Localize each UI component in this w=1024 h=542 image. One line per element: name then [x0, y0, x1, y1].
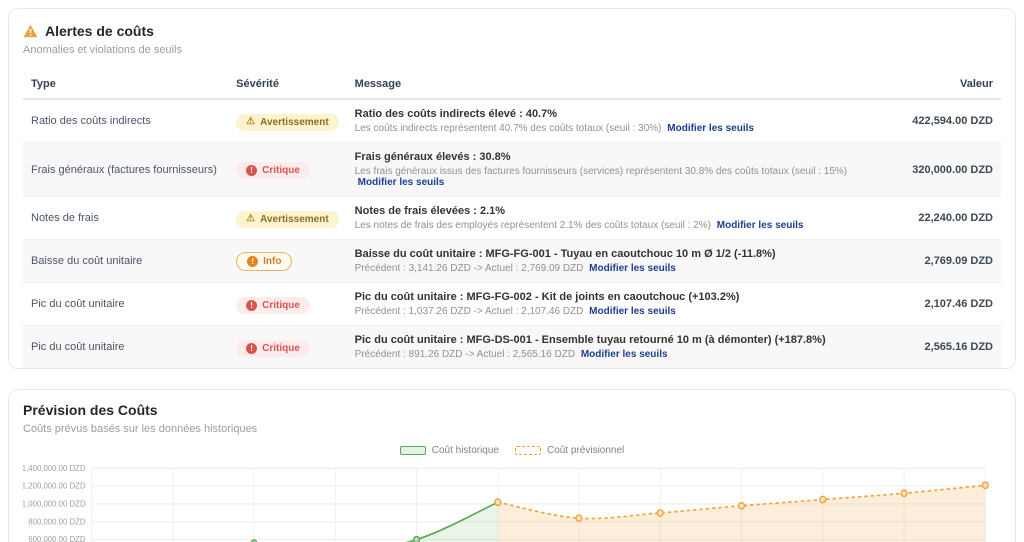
forecast-swatch-icon — [515, 446, 541, 455]
alert-value: 320,000.00 DZD — [864, 142, 1001, 197]
historical-swatch-icon — [399, 446, 426, 455]
column-header-value: Valeur — [864, 70, 1001, 100]
alert-type: Frais généraux (factures fournisseurs) — [23, 142, 229, 197]
severity-badge: ⚠ Avertissement — [236, 210, 339, 228]
severity-label: Info — [263, 256, 282, 267]
severity-label: Avertissement — [260, 213, 329, 225]
alert-type: Ratio des coûts indirects — [23, 99, 229, 143]
severity-badge: ! Critique — [236, 339, 310, 357]
alert-value: 2,769.09 DZD — [864, 239, 1001, 283]
severity-badge: ! Critique — [236, 162, 310, 179]
alert-value: 2,107.46 DZD — [864, 282, 1001, 326]
alerts-table: Type Sévérité Message Valeur Ratio des c… — [23, 70, 1001, 368]
cost-alerts-card: Alertes de coûts Anomalies et violations… — [8, 8, 1016, 369]
info-circle-icon: ! — [247, 256, 259, 267]
modify-thresholds-link[interactable]: Modifier les seuils — [589, 263, 676, 274]
alert-detail-text: Les frais généraux issus des factures fo… — [354, 166, 848, 177]
svg-text:1,400,000.00 DZD: 1,400,000.00 DZD — [23, 464, 86, 473]
legend-item-historical: Coût historique — [399, 445, 499, 456]
column-header-message: Message — [346, 70, 865, 100]
alert-message-title: Pic du coût unitaire : MFG-FG-002 - Kit … — [354, 291, 740, 303]
cost-forecast-card: Prévision des Coûts Coûts prévus basés s… — [8, 389, 1016, 542]
table-row: Ratio des coûts indirects ⚠ Avertissemen… — [23, 99, 1001, 143]
alert-circle-icon: ! — [246, 165, 258, 176]
severity-badge: ! Critique — [236, 296, 310, 314]
alert-detail-text: Précédent : 3,141.26 DZD -> Actuel : 2,7… — [354, 263, 587, 274]
alerts-subtitle: Anomalies et violations de seuils — [23, 44, 182, 56]
severity-badge: ! Info — [236, 252, 293, 271]
table-header-row: Type Sévérité Message Valeur — [23, 70, 1001, 100]
alert-message-detail: Les notes de frais des employés représen… — [355, 220, 856, 231]
legend-label-forecast: Coût prévisionnel — [547, 445, 625, 456]
warning-icon: ⚠ — [246, 116, 256, 128]
warning-icon: ⚠ — [246, 213, 256, 225]
modify-thresholds-link[interactable]: Modifier les seuils — [667, 123, 754, 134]
table-row: Pic du coût unitaire ! Critique Pic du c… — [23, 325, 1001, 368]
table-row: Frais généraux (factures fournisseurs) !… — [23, 142, 1001, 197]
alert-message-title: Notes de frais élevées : 2.1% — [354, 205, 506, 217]
alert-message-detail: Les coûts indirects représentent 40.7% d… — [355, 123, 856, 134]
alert-message-detail: Les frais généraux issus des factures fo… — [355, 166, 856, 188]
forecast-chart: Aug 2025Sep 2025Oct 2025Nov 2025Dec 2025… — [23, 464, 989, 542]
page-title-forecast: Prévision des Coûts — [23, 402, 158, 418]
column-header-type: Type — [23, 70, 229, 100]
modify-thresholds-link[interactable]: Modifier les seuils — [717, 220, 804, 231]
alerts-table-body: Ratio des coûts indirects ⚠ Avertissemen… — [23, 99, 1001, 368]
alert-detail-text: Précédent : 1,037.26 DZD -> Actuel : 2,1… — [354, 306, 587, 317]
svg-text:1,000,000.00 DZD: 1,000,000.00 DZD — [23, 499, 86, 508]
severity-label: Critique — [262, 342, 300, 354]
forecast-subtitle: Coûts prévus basés sur les données histo… — [23, 423, 258, 435]
alert-type: Pic du coût unitaire — [23, 282, 229, 326]
severity-label: Avertissement — [260, 116, 329, 128]
alert-message-title: Baisse du coût unitaire : MFG-FG-001 - T… — [354, 248, 776, 260]
alert-detail-text: Les notes de frais des employés représen… — [354, 220, 714, 231]
page-title-alerts: Alertes de coûts — [45, 23, 154, 39]
alert-type: Notes de frais — [23, 196, 229, 240]
alert-circle-icon: ! — [246, 299, 258, 311]
alert-message-detail: Précédent : 1,037.26 DZD -> Actuel : 2,1… — [355, 306, 856, 317]
severity-badge: ⚠ Avertissement — [236, 113, 339, 131]
svg-text:600,000.00 DZD: 600,000.00 DZD — [28, 535, 86, 542]
alert-message-detail: Précédent : 3,141.26 DZD -> Actuel : 2,7… — [355, 263, 856, 274]
legend-label-historical: Coût historique — [431, 445, 499, 456]
severity-label: Critique — [262, 299, 300, 311]
alert-detail-text: Les coûts indirects représentent 40.7% d… — [354, 123, 665, 134]
column-header-severity: Sévérité — [228, 70, 347, 100]
alert-value: 422,594.00 DZD — [864, 99, 1001, 143]
svg-text:1,200,000.00 DZD: 1,200,000.00 DZD — [23, 482, 86, 491]
alert-value: 22,240.00 DZD — [864, 196, 1001, 240]
alert-message-title: Pic du coût unitaire : MFG-DS-001 - Ense… — [354, 334, 826, 346]
alert-message-title: Ratio des coûts indirects élevé : 40.7% — [354, 108, 558, 120]
alert-detail-text: Précédent : 891.26 DZD -> Actuel : 2,565… — [354, 349, 578, 360]
table-row: Pic du coût unitaire ! Critique Pic du c… — [23, 282, 1001, 326]
modify-thresholds-link[interactable]: Modifier les seuils — [581, 349, 668, 360]
alert-value: 2,565.16 DZD — [924, 341, 993, 353]
alert-type: Pic du coût unitaire — [31, 341, 125, 353]
alert-circle-icon: ! — [246, 342, 258, 354]
severity-label: Critique — [262, 165, 300, 176]
modify-thresholds-link[interactable]: Modifier les seuils — [358, 177, 445, 188]
chart-legend: Coût historique Coût prévisionnel — [23, 445, 1001, 456]
table-row: Baisse du coût unitaire ! Info Baisse du… — [23, 239, 1001, 283]
table-row: Notes de frais ⚠ Avertissement Notes de … — [23, 196, 1001, 240]
warning-triangle-icon — [23, 24, 38, 38]
alert-message-title: Frais généraux élevés : 30.8% — [354, 151, 511, 163]
alert-message-detail: Précédent : 891.26 DZD -> Actuel : 2,565… — [355, 349, 856, 360]
alert-type: Baisse du coût unitaire — [23, 239, 229, 283]
svg-text:800,000.00 DZD: 800,000.00 DZD — [28, 517, 86, 526]
legend-item-forecast: Coût prévisionnel — [515, 445, 624, 456]
modify-thresholds-link[interactable]: Modifier les seuils — [589, 306, 676, 317]
